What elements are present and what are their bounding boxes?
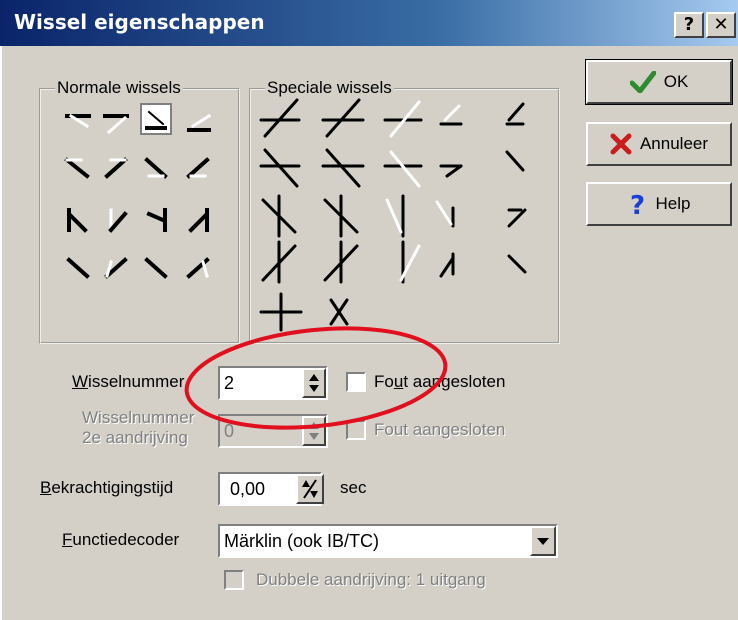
cancel-button-label: Annuleer [639,134,709,153]
normal-switch-7 [144,157,168,179]
normal-switch-12 [188,208,209,233]
normal-switch-10 [108,208,128,233]
special-switch-17 [323,240,359,284]
special-switch-9 [439,164,463,178]
decoder-dropdown-button[interactable] [530,526,556,556]
normal-switch-icons[interactable] [41,90,238,340]
special-switch-3 [383,100,423,138]
wrong-connected2-checkbox[interactable] [346,420,366,440]
activation-time-label: Bekrachtigingstijd [40,478,174,497]
double-drive-checkbox[interactable] [224,570,244,590]
help-button-label: Help [655,194,691,213]
titlebar: Wissel eigenschappen ? ✕ [0,0,738,46]
activation-time-spinner[interactable] [296,474,324,504]
special-switch-11 [261,194,297,238]
special-switch-8 [383,150,423,188]
switch-number2-label-line1: Wisselnummer [82,408,195,427]
normal-switch-5 [64,157,90,179]
special-switch-13 [385,194,405,238]
x-icon [610,133,632,155]
switch-number2-spinner[interactable] [302,416,326,446]
spin-arrows-icon [309,422,319,440]
special-switch-14 [435,200,455,228]
normal-switch-16 [186,257,210,279]
activation-unit: sec [340,478,367,497]
normal-switch-14 [104,257,128,279]
double-drive-label: Dubbele aandrijving: 1 uitgang [256,570,486,589]
help-caption-button[interactable]: ? [674,12,704,38]
normal-switch-2 [103,114,129,135]
normal-switch-1 [65,113,91,129]
check-icon [629,71,656,93]
normal-switch-15 [144,257,168,279]
special-switch-4 [439,104,463,126]
special-switch-1 [259,98,301,138]
help-button[interactable]: ? Help [586,182,732,226]
question-icon: ? [630,191,645,217]
window-title: Wissel eigenschappen [14,10,265,34]
special-switch-2 [321,98,365,138]
wrong-connected2-label: Fout aangesloten [374,420,506,439]
special-switch-icons[interactable] [251,90,558,340]
special-switch-12 [323,194,359,238]
cancel-button[interactable]: Annuleer [586,122,732,166]
special-switch-22 [329,298,349,326]
normal-switch-11 [146,208,167,232]
spin-arrows-icon [309,374,319,392]
normal-switches-group: Normale wissels [39,78,240,344]
normal-switch-13 [66,257,90,279]
switch-number-spinner[interactable] [302,368,326,398]
ok-button[interactable]: OK [585,59,733,105]
decoder-label: Functiedecoder [62,530,180,549]
wrong-connected-label: Fout aangesloten [374,372,506,391]
special-switches-group: Speciale wissels [249,78,560,344]
special-switch-18 [399,240,421,284]
svg-text:?: ? [630,191,645,217]
ok-button-label: OK [663,72,689,91]
decoder-select[interactable]: Märklin (ook IB/TC) [218,524,558,558]
switch-number2-label-line2: 2e aandrijving [82,428,188,447]
special-switch-19 [439,252,455,278]
special-switch-21 [259,292,303,332]
normal-switch-6 [104,157,128,179]
chevron-down-icon [537,538,549,545]
special-switch-10 [505,150,525,172]
special-switch-20 [507,254,527,274]
special-switch-6 [259,148,301,188]
special-switch-5 [505,102,525,126]
normal-switch-8 [186,157,210,179]
switch-number-label: Wisselnummer [72,372,185,391]
special-switch-15 [507,208,527,228]
spin-arrows-icon [302,479,318,499]
wrong-connected-checkbox[interactable] [346,372,366,392]
normal-switch-4 [187,113,212,132]
special-switch-16 [261,240,297,284]
close-button[interactable]: ✕ [706,12,736,38]
special-switch-7 [321,148,365,188]
normal-switch-9 [67,208,88,233]
